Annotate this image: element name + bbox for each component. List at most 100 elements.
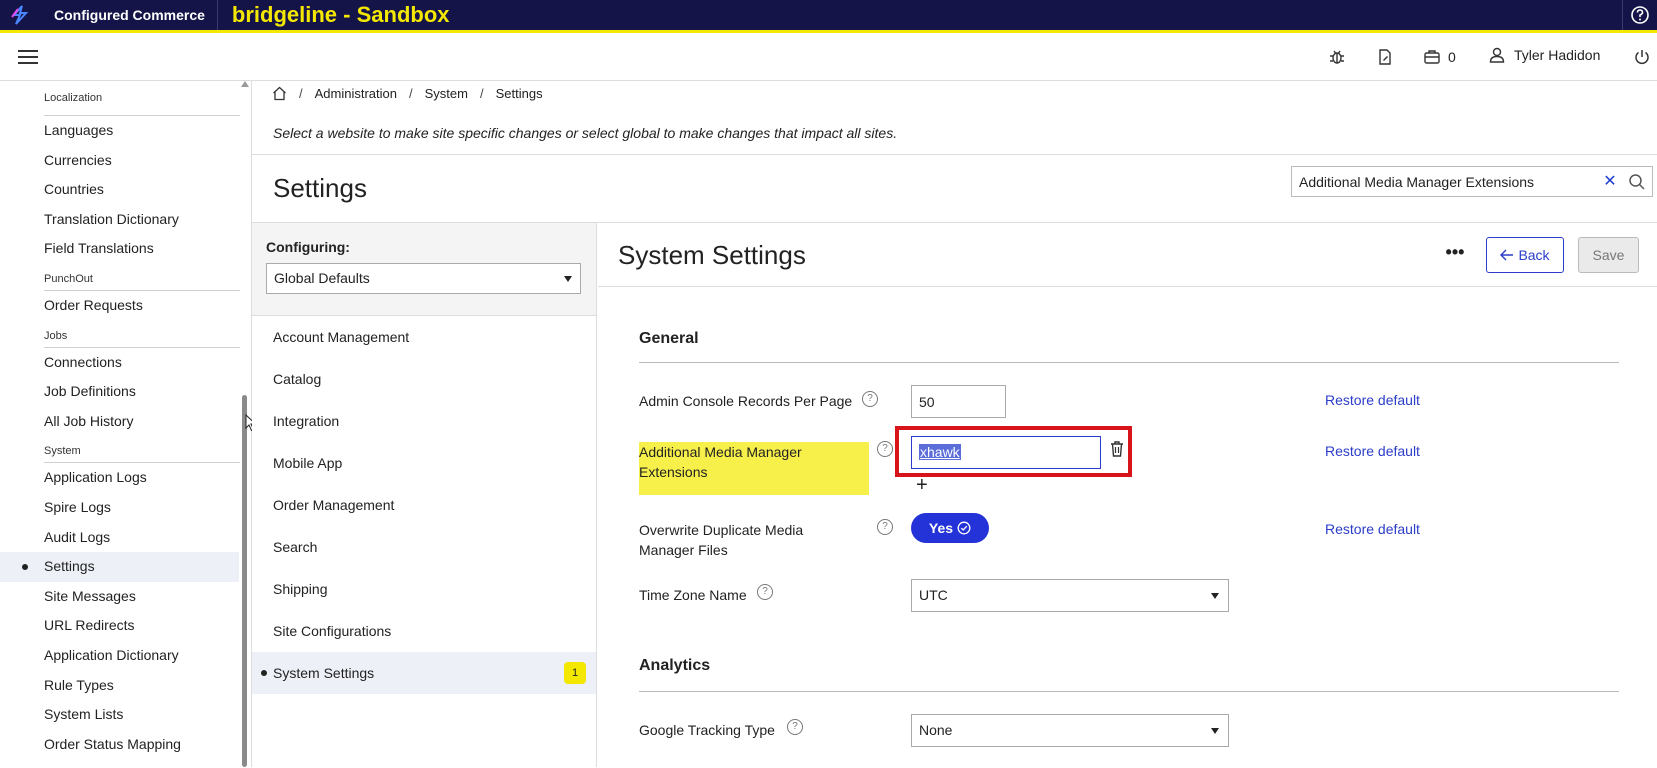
configuring-value: Global Defaults	[274, 270, 370, 286]
more-options-button[interactable]: •••	[1443, 243, 1467, 266]
nav-item-rule-types[interactable]: Rule Types	[0, 671, 251, 701]
dropdown-caret-icon	[1211, 593, 1219, 599]
time-zone-label: Time Zone Name	[639, 587, 747, 603]
category-catalog[interactable]: Catalog	[252, 358, 596, 400]
nav-section-system: System	[44, 436, 240, 464]
section-rule	[639, 691, 1619, 692]
restore-default-link[interactable]: Restore default	[1325, 521, 1420, 537]
help-icon[interactable]: ?	[757, 584, 773, 600]
user-name: Tyler Hadidon	[1514, 47, 1601, 63]
selected-text: xhawk	[919, 444, 961, 460]
search-icon[interactable]	[1628, 173, 1646, 191]
power-icon[interactable]	[1631, 46, 1653, 68]
search-input[interactable]	[1297, 173, 1591, 191]
nav-item-job-definitions[interactable]: Job Definitions	[0, 377, 251, 407]
nav-item-application-logs[interactable]: Application Logs	[0, 463, 251, 493]
scrollbar-thumb[interactable]	[242, 395, 247, 767]
category-account-management[interactable]: Account Management	[252, 316, 596, 358]
nav-item-languages[interactable]: Languages	[0, 116, 251, 146]
add-extension-plus-icon[interactable]: +	[916, 474, 928, 497]
divider	[252, 154, 1657, 155]
category-shipping[interactable]: Shipping	[252, 568, 596, 610]
nav-item-spire-logs[interactable]: Spire Logs	[0, 493, 251, 523]
nav-item-settings[interactable]: Settings	[0, 552, 239, 582]
trash-icon[interactable]	[1109, 440, 1125, 458]
dropdown-caret-icon	[564, 276, 572, 282]
divider	[598, 286, 1657, 287]
save-button[interactable]: Save	[1578, 237, 1639, 273]
nav-item-order-status-mapping[interactable]: Order Status Mapping	[0, 730, 251, 760]
breadcrumb-system[interactable]: System	[425, 86, 468, 101]
nav-item-url-redirects[interactable]: URL Redirects	[0, 611, 251, 641]
restore-default-link[interactable]: Restore default	[1325, 392, 1420, 408]
nav-item-currencies[interactable]: Currencies	[0, 146, 251, 176]
help-icon[interactable]	[1622, 0, 1657, 30]
scroll-up-arrow-icon[interactable]	[241, 81, 249, 87]
records-per-page-input[interactable]	[911, 385, 1006, 418]
google-tracking-select[interactable]: None	[911, 714, 1229, 747]
category-label: System Settings	[273, 665, 375, 681]
settings-category-list: Account Management Catalog Integration M…	[252, 315, 596, 768]
home-icon[interactable]	[272, 86, 287, 101]
overwrite-duplicate-toggle[interactable]: Yes	[911, 513, 989, 543]
clear-search-icon[interactable]: ✕	[1601, 172, 1619, 190]
restore-default-link[interactable]: Restore default	[1325, 443, 1420, 459]
back-button[interactable]: Back	[1486, 237, 1564, 273]
left-navigation: Localization Languages Currencies Countr…	[0, 81, 252, 767]
app-name: Configured Commerce	[40, 0, 218, 30]
section-rule	[639, 362, 1619, 363]
nav-item-field-translations[interactable]: Field Translations	[0, 234, 251, 264]
label-line: Extensions	[639, 464, 708, 480]
configuring-select[interactable]: Global Defaults	[266, 263, 581, 294]
time-zone-select[interactable]: UTC	[911, 579, 1229, 612]
top-bar: Configured Commerce bridgeline - Sandbox	[0, 0, 1657, 33]
label-line: Manager Files	[639, 542, 728, 558]
help-icon[interactable]: ?	[877, 441, 893, 457]
category-system-settings[interactable]: System Settings 1	[252, 652, 596, 694]
breadcrumb-administration[interactable]: Administration	[315, 86, 397, 101]
briefcase-icon[interactable]	[1421, 46, 1443, 68]
select-value: UTC	[919, 587, 948, 603]
breadcrumb: / Administration / System / Settings	[272, 86, 543, 101]
records-per-page-label: Admin Console Records Per Page	[639, 393, 853, 409]
label-line: Overwrite Duplicate Media	[639, 522, 804, 538]
nav-item-all-job-history[interactable]: All Job History	[0, 407, 251, 437]
category-site-configurations[interactable]: Site Configurations	[252, 610, 596, 652]
section-heading-general: General	[639, 330, 699, 347]
menu-icon[interactable]	[18, 47, 38, 65]
overwrite-duplicate-label: Overwrite Duplicate Media Manager Files	[639, 520, 803, 560]
select-value: None	[919, 722, 953, 738]
help-icon[interactable]: ?	[877, 519, 893, 535]
document-edit-icon[interactable]	[1374, 46, 1396, 68]
nav-section-jobs: Jobs	[44, 321, 240, 348]
category-integration[interactable]: Integration	[252, 400, 596, 442]
nav-section-punchout: PunchOut	[44, 264, 240, 291]
help-icon[interactable]: ?	[787, 719, 803, 735]
active-indicator-dot	[261, 670, 267, 676]
configuring-label: Configuring:	[266, 239, 350, 255]
help-icon[interactable]: ?	[862, 391, 878, 407]
dropdown-caret-icon	[1211, 728, 1219, 734]
nav-item-site-messages[interactable]: Site Messages	[0, 582, 251, 612]
bug-icon[interactable]	[1326, 46, 1348, 68]
app-logo-icon[interactable]	[0, 0, 40, 30]
nav-item-countries[interactable]: Countries	[0, 175, 251, 205]
category-search[interactable]: Search	[252, 526, 596, 568]
category-mobile-app[interactable]: Mobile App	[252, 442, 596, 484]
nav-item-order-requests[interactable]: Order Requests	[0, 291, 251, 321]
breadcrumb-separator: /	[299, 86, 303, 101]
nav-item-system-lists[interactable]: System Lists	[0, 700, 251, 730]
category-order-management[interactable]: Order Management	[252, 484, 596, 526]
nav-item-application-dictionary[interactable]: Application Dictionary	[0, 641, 251, 671]
user-menu[interactable]: Tyler Hadidon	[1488, 46, 1600, 64]
header-bar: 0 Tyler Hadidon	[0, 33, 1657, 81]
change-count-badge: 1	[564, 662, 586, 684]
nav-item-translation-dictionary[interactable]: Translation Dictionary	[0, 205, 251, 235]
nav-item-label: Settings	[44, 558, 95, 575]
media-extensions-label: Additional Media Manager Extensions	[639, 442, 802, 482]
nav-item-audit-logs[interactable]: Audit Logs	[0, 523, 251, 553]
system-settings-title: System Settings	[618, 240, 806, 270]
nav-item-connections[interactable]: Connections	[0, 348, 251, 378]
media-extensions-input[interactable]: xhawk	[911, 436, 1101, 469]
check-circle-icon	[957, 521, 971, 535]
